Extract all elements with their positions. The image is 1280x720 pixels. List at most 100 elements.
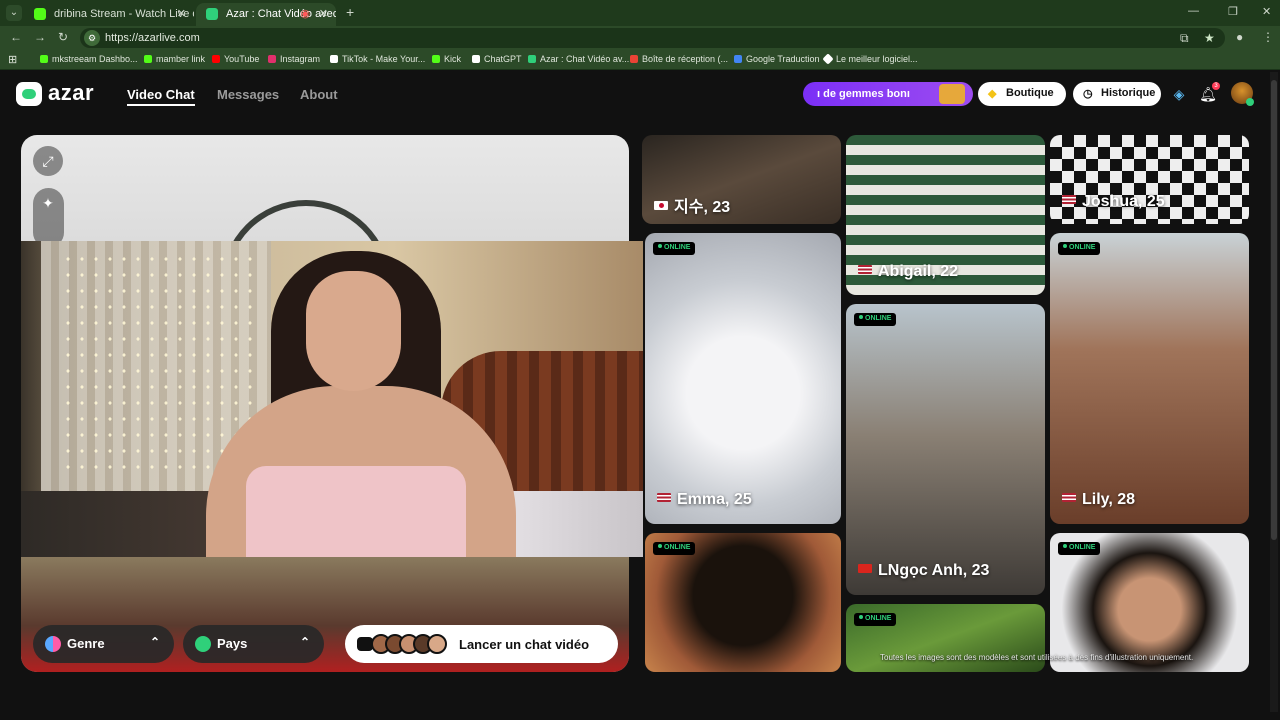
install-icon[interactable]: ⧉: [1180, 31, 1189, 46]
azar-favicon-icon: [206, 8, 218, 20]
country-filter-button[interactable]: Pays ⌃: [183, 625, 324, 663]
close-tab-icon[interactable]: ✕: [319, 7, 328, 20]
start-video-chat-button[interactable]: Lancer un chat vidéo: [345, 625, 618, 663]
page-scrollbar[interactable]: [1270, 72, 1278, 712]
azar-logo-icon[interactable]: [16, 82, 42, 106]
nav-messages[interactable]: Messages: [217, 87, 279, 102]
flag-usa-icon: [1062, 493, 1076, 502]
profile-card[interactable]: Joshua, 25: [1050, 135, 1249, 224]
online-badge: ONLINE: [854, 613, 897, 626]
bookmark-item[interactable]: Boîte de réception (...: [630, 54, 728, 64]
close-window-icon[interactable]: ✕: [1262, 5, 1271, 18]
azar-page: azar Video Chat Messages About ı de gemm…: [0, 70, 1280, 720]
flag-korea-icon: [654, 201, 668, 210]
profile-icon[interactable]: ●: [1236, 30, 1243, 44]
bookmark-label: Instagram: [280, 54, 321, 64]
globe-icon: [195, 636, 211, 652]
bookmark-item[interactable]: Instagram: [268, 54, 320, 64]
online-badge: ONLINE: [1058, 242, 1101, 255]
tab-title: dribina Stream - Watch Live on: [54, 8, 194, 20]
maximize-icon[interactable]: ❐: [1228, 5, 1238, 18]
boutique-label: Boutique: [1006, 87, 1054, 99]
online-badge: ONLINE: [854, 313, 897, 326]
nav-video-chat[interactable]: Video Chat: [127, 87, 195, 106]
profile-card[interactable]: ONLINE Lily, 28: [1050, 233, 1249, 524]
clock-icon: ◷: [1083, 88, 1093, 100]
profile-name-text: LNgọc Anh, 23: [878, 562, 990, 579]
bookmark-favicon-icon: [40, 55, 48, 63]
chatgpt-icon: [472, 55, 480, 63]
gender-icon: [45, 636, 61, 652]
browser-address-bar: ← → ↻ ⚙ https://azarlive.com ⧉ ★ ● ⋮: [0, 26, 1280, 50]
bookmark-item[interactable]: Azar : Chat Vidéo av...: [528, 54, 629, 64]
bookmark-item[interactable]: ChatGPT: [472, 54, 522, 64]
profile-name: Emma, 25: [657, 491, 752, 509]
browser-menu-icon[interactable]: ⋮: [1262, 30, 1274, 44]
bookmark-label: Kick: [444, 54, 462, 64]
azar-icon: [528, 55, 536, 63]
nav-about[interactable]: About: [300, 87, 338, 102]
browser-tab-azar[interactable]: Azar : Chat Vidéo avec de ◉ ✕: [196, 3, 336, 26]
site-info-icon[interactable]: ⚙: [84, 30, 100, 46]
forward-icon[interactable]: →: [34, 30, 46, 44]
back-icon[interactable]: ←: [10, 30, 22, 44]
minimize-icon[interactable]: —: [1188, 5, 1199, 17]
profile-name: LNgọc Anh, 23: [858, 562, 989, 580]
bookmark-item[interactable]: Kick: [432, 54, 461, 64]
bookmark-item[interactable]: Le meilleur logiciel...: [822, 53, 918, 65]
magic-wand-icon[interactable]: ✦: [33, 188, 63, 218]
bookmark-item[interactable]: TikTok - Make Your...: [330, 54, 425, 64]
scrollbar-thumb[interactable]: [1271, 80, 1277, 540]
bookmark-item[interactable]: Google Traduction: [734, 54, 820, 64]
profile-card[interactable]: ONLINE: [645, 533, 841, 672]
genre-filter-button[interactable]: Genre ⌃: [33, 625, 174, 663]
profile-card[interactable]: ONLINE: [1050, 533, 1249, 672]
notification-badge: 3: [1212, 82, 1220, 90]
user-avatars-stack: [371, 634, 461, 654]
bookmark-label: mamber link: [156, 54, 206, 64]
chat-bubble-icon[interactable]: ◈: [1169, 84, 1189, 104]
bookmark-favicon-icon: [822, 53, 834, 65]
close-tab-icon[interactable]: ✕: [177, 7, 186, 20]
profile-name: Joshua, 25: [1062, 193, 1165, 211]
gmail-icon: [630, 55, 638, 63]
profile-card[interactable]: Abigail, 22: [846, 135, 1045, 295]
genre-label: Genre: [67, 636, 105, 651]
bookmark-label: ChatGPT: [484, 54, 522, 64]
online-badge: ONLINE: [653, 542, 696, 555]
reload-icon[interactable]: ↻: [58, 30, 68, 44]
logo-text[interactable]: azar: [48, 80, 94, 106]
url-field[interactable]: ⚙ https://azarlive.com ⧉ ★: [80, 28, 1225, 48]
fullscreen-icon[interactable]: ⤢: [33, 146, 63, 176]
gems-promo-banner[interactable]: ı de gemmes bonı: [803, 82, 973, 106]
online-badge: ONLINE: [653, 242, 696, 255]
new-tab-icon[interactable]: +: [346, 4, 354, 20]
illustration-disclaimer: Toutes les images sont des modèles et so…: [880, 653, 1194, 662]
profile-name: Lily, 28: [1062, 491, 1135, 509]
bookmark-item[interactable]: YouTube: [212, 54, 259, 64]
tab-search-button[interactable]: ⌄: [6, 5, 22, 21]
profile-card[interactable]: ONLINE Emma, 25: [645, 233, 841, 524]
person-top: [246, 466, 466, 557]
historique-button[interactable]: ◷ Historique: [1073, 82, 1161, 106]
apps-grid-icon[interactable]: ⊞: [8, 53, 17, 66]
start-video-chat-label: Lancer un chat vidéo: [459, 637, 590, 652]
flag-usa-icon: [1062, 195, 1076, 204]
profile-name: 지수, 23: [654, 193, 730, 217]
profile-name-text: Lily, 28: [1082, 491, 1136, 508]
browser-tab-kick[interactable]: dribina Stream - Watch Live on ✕: [24, 3, 194, 26]
profile-card[interactable]: ONLINE LNgọc Anh, 23: [846, 304, 1045, 595]
url-text: https://azarlive.com: [105, 32, 200, 44]
profile-name: Abigail, 22: [858, 263, 958, 281]
profile-card[interactable]: 지수, 23: [642, 135, 841, 224]
person-face: [306, 271, 401, 391]
flag-vietnam-icon: [858, 564, 872, 573]
webcam-overlay[interactable]: [21, 241, 643, 557]
bookmark-item[interactable]: mamber link: [144, 54, 205, 64]
bookmark-favicon-icon: [144, 55, 152, 63]
historique-label: Historique: [1101, 87, 1156, 99]
profile-name-text: Joshua, 25: [1082, 193, 1165, 210]
boutique-button[interactable]: ◆ Boutique: [978, 82, 1066, 106]
bookmark-item[interactable]: mkstreeam Dashbo...: [40, 54, 138, 64]
bookmark-star-icon[interactable]: ★: [1204, 31, 1215, 45]
